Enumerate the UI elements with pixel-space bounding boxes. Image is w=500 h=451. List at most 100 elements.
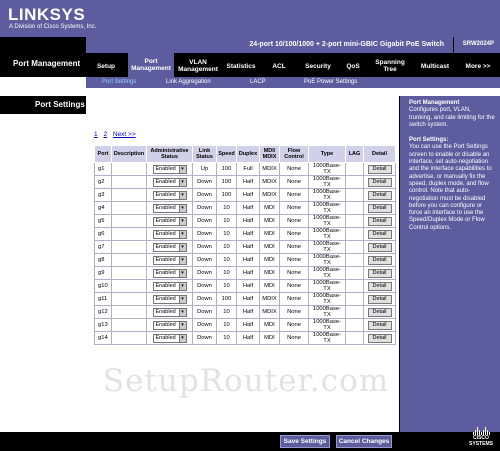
admin-status-select[interactable]: Enabled ▾ [152,164,187,174]
table-row: g10 Enabled ▾ Down 10 Half MDI None 1000Base-TX D… [94,279,396,293]
col-duplex: Duplex [236,145,260,163]
speed: 10 [216,227,237,241]
admin-status-select[interactable]: Enabled ▾ [152,294,187,304]
tab-acl[interactable]: ACL [262,55,296,77]
help-text-port-management: Configures port, VLAN, trunking, and rat… [409,107,495,128]
port-description [111,292,147,306]
detail-button[interactable]: Detail [367,242,392,252]
admin-status-value: Enabled [155,244,176,250]
link-status: Down [192,279,217,293]
tab-qos[interactable]: QoS [340,55,366,77]
col-link-status: Link Status [192,145,217,163]
table-row: g13 Enabled ▾ Down 10 Half MDI None 1000Base-TX D… [94,318,396,332]
admin-status-cell: Enabled ▾ [146,253,193,267]
admin-status-select[interactable]: Enabled ▾ [152,190,187,200]
port-type: 1000Base-TX [308,253,346,267]
save-settings-button[interactable]: Save Settings [280,435,330,448]
tab-port-management[interactable]: Port Management [128,53,174,77]
detail-button[interactable]: Detail [367,294,392,304]
lag [345,331,364,345]
speed: 100 [216,162,237,176]
tab-vlan-management[interactable]: VLAN Management [176,55,220,77]
flow-control: None [279,331,309,345]
detail-button[interactable]: Detail [367,203,392,213]
speed: 100 [216,188,237,202]
admin-status-cell: Enabled ▾ [146,240,193,254]
admin-status-select[interactable]: Enabled ▾ [152,255,187,265]
admin-status-select[interactable]: Enabled ▾ [152,229,187,239]
subnav-poe-power-settings[interactable]: PoE Power Settings [304,79,357,85]
tab-more[interactable]: More >> [458,55,498,77]
admin-status-select[interactable]: Enabled ▾ [152,307,187,317]
flow-control: None [279,201,309,215]
mdi-mdix: MDI [259,201,280,215]
table-row: g4 Enabled ▾ Down 10 Half MDI None 1000Base-TX De… [94,201,396,215]
detail-cell: Detail [363,318,396,332]
flow-control: None [279,175,309,189]
admin-status-select[interactable]: Enabled ▾ [152,203,187,213]
detail-button[interactable]: Detail [367,177,392,187]
tab-statistics[interactable]: Statistics [222,55,260,77]
speed: 10 [216,214,237,228]
subnav-port-settings[interactable]: Port Settings [102,79,136,85]
speed: 10 [216,331,237,345]
detail-button[interactable]: Detail [367,164,392,174]
admin-status-value: Enabled [155,166,176,172]
admin-status-select[interactable]: Enabled ▾ [152,333,187,343]
product-model: SRW2024P [462,41,494,47]
speed: 100 [216,175,237,189]
detail-button[interactable]: Detail [367,307,392,317]
lag [345,201,364,215]
admin-status-select[interactable]: Enabled ▾ [152,177,187,187]
detail-button[interactable]: Detail [367,333,392,343]
admin-status-select[interactable]: Enabled ▾ [152,242,187,252]
tab-security[interactable]: Security [298,55,338,77]
tab-setup[interactable]: Setup [88,55,124,77]
admin-status-select[interactable]: Enabled ▾ [152,320,187,330]
detail-button[interactable]: Detail [367,255,392,265]
cancel-changes-button[interactable]: Cancel Changes [336,435,392,448]
col-flow-control: Flow Control [279,145,309,163]
subnav-lacp[interactable]: LACP [250,79,266,85]
port-description [111,331,147,345]
subnav-link-aggregation[interactable]: Link Aggregation [166,79,211,85]
mdi-mdix: MDI [259,227,280,241]
admin-status-select[interactable]: Enabled ▾ [152,268,187,278]
watermark: SetupRouter.com [102,363,390,399]
page-2-link[interactable]: 2 [103,131,107,138]
help-panel: Port Management Configures port, VLAN, t… [400,96,500,451]
lag [345,227,364,241]
port-description [111,318,147,332]
tab-spanning-tree[interactable]: Spanning Tree [368,55,412,77]
flow-control: None [279,240,309,254]
mdi-mdix: MDI [259,253,280,267]
chevron-down-icon: ▾ [178,178,186,186]
link-status: Down [192,214,217,228]
duplex: Half [236,292,260,306]
detail-button[interactable]: Detail [367,190,392,200]
speed: 10 [216,253,237,267]
detail-button[interactable]: Detail [367,281,392,291]
speed: 10 [216,305,237,319]
admin-status-value: Enabled [155,179,176,185]
detail-button[interactable]: Detail [367,229,392,239]
port-type: 1000Base-TX [308,240,346,254]
detail-button[interactable]: Detail [367,320,392,330]
lag [345,305,364,319]
mdi-mdix: MDI [259,214,280,228]
page-1-link[interactable]: 1 [94,131,98,138]
speed: 10 [216,201,237,215]
detail-button[interactable]: Detail [367,268,392,278]
next-page-link[interactable]: Next >> [113,131,136,138]
section-title: Port Management [13,59,81,68]
tab-multicast[interactable]: Multicast [414,55,456,77]
detail-button[interactable]: Detail [367,216,392,226]
detail-cell: Detail [363,279,396,293]
admin-status-select[interactable]: Enabled ▾ [152,216,187,226]
admin-status-select[interactable]: Enabled ▾ [152,281,187,291]
link-status: Down [192,292,217,306]
product-name: 24-port 10/100/1000 + 2-port mini-GBIC G… [249,41,444,48]
mdi-mdix: MDI [259,266,280,280]
admin-status-cell: Enabled ▾ [146,227,193,241]
admin-status-cell: Enabled ▾ [146,214,193,228]
